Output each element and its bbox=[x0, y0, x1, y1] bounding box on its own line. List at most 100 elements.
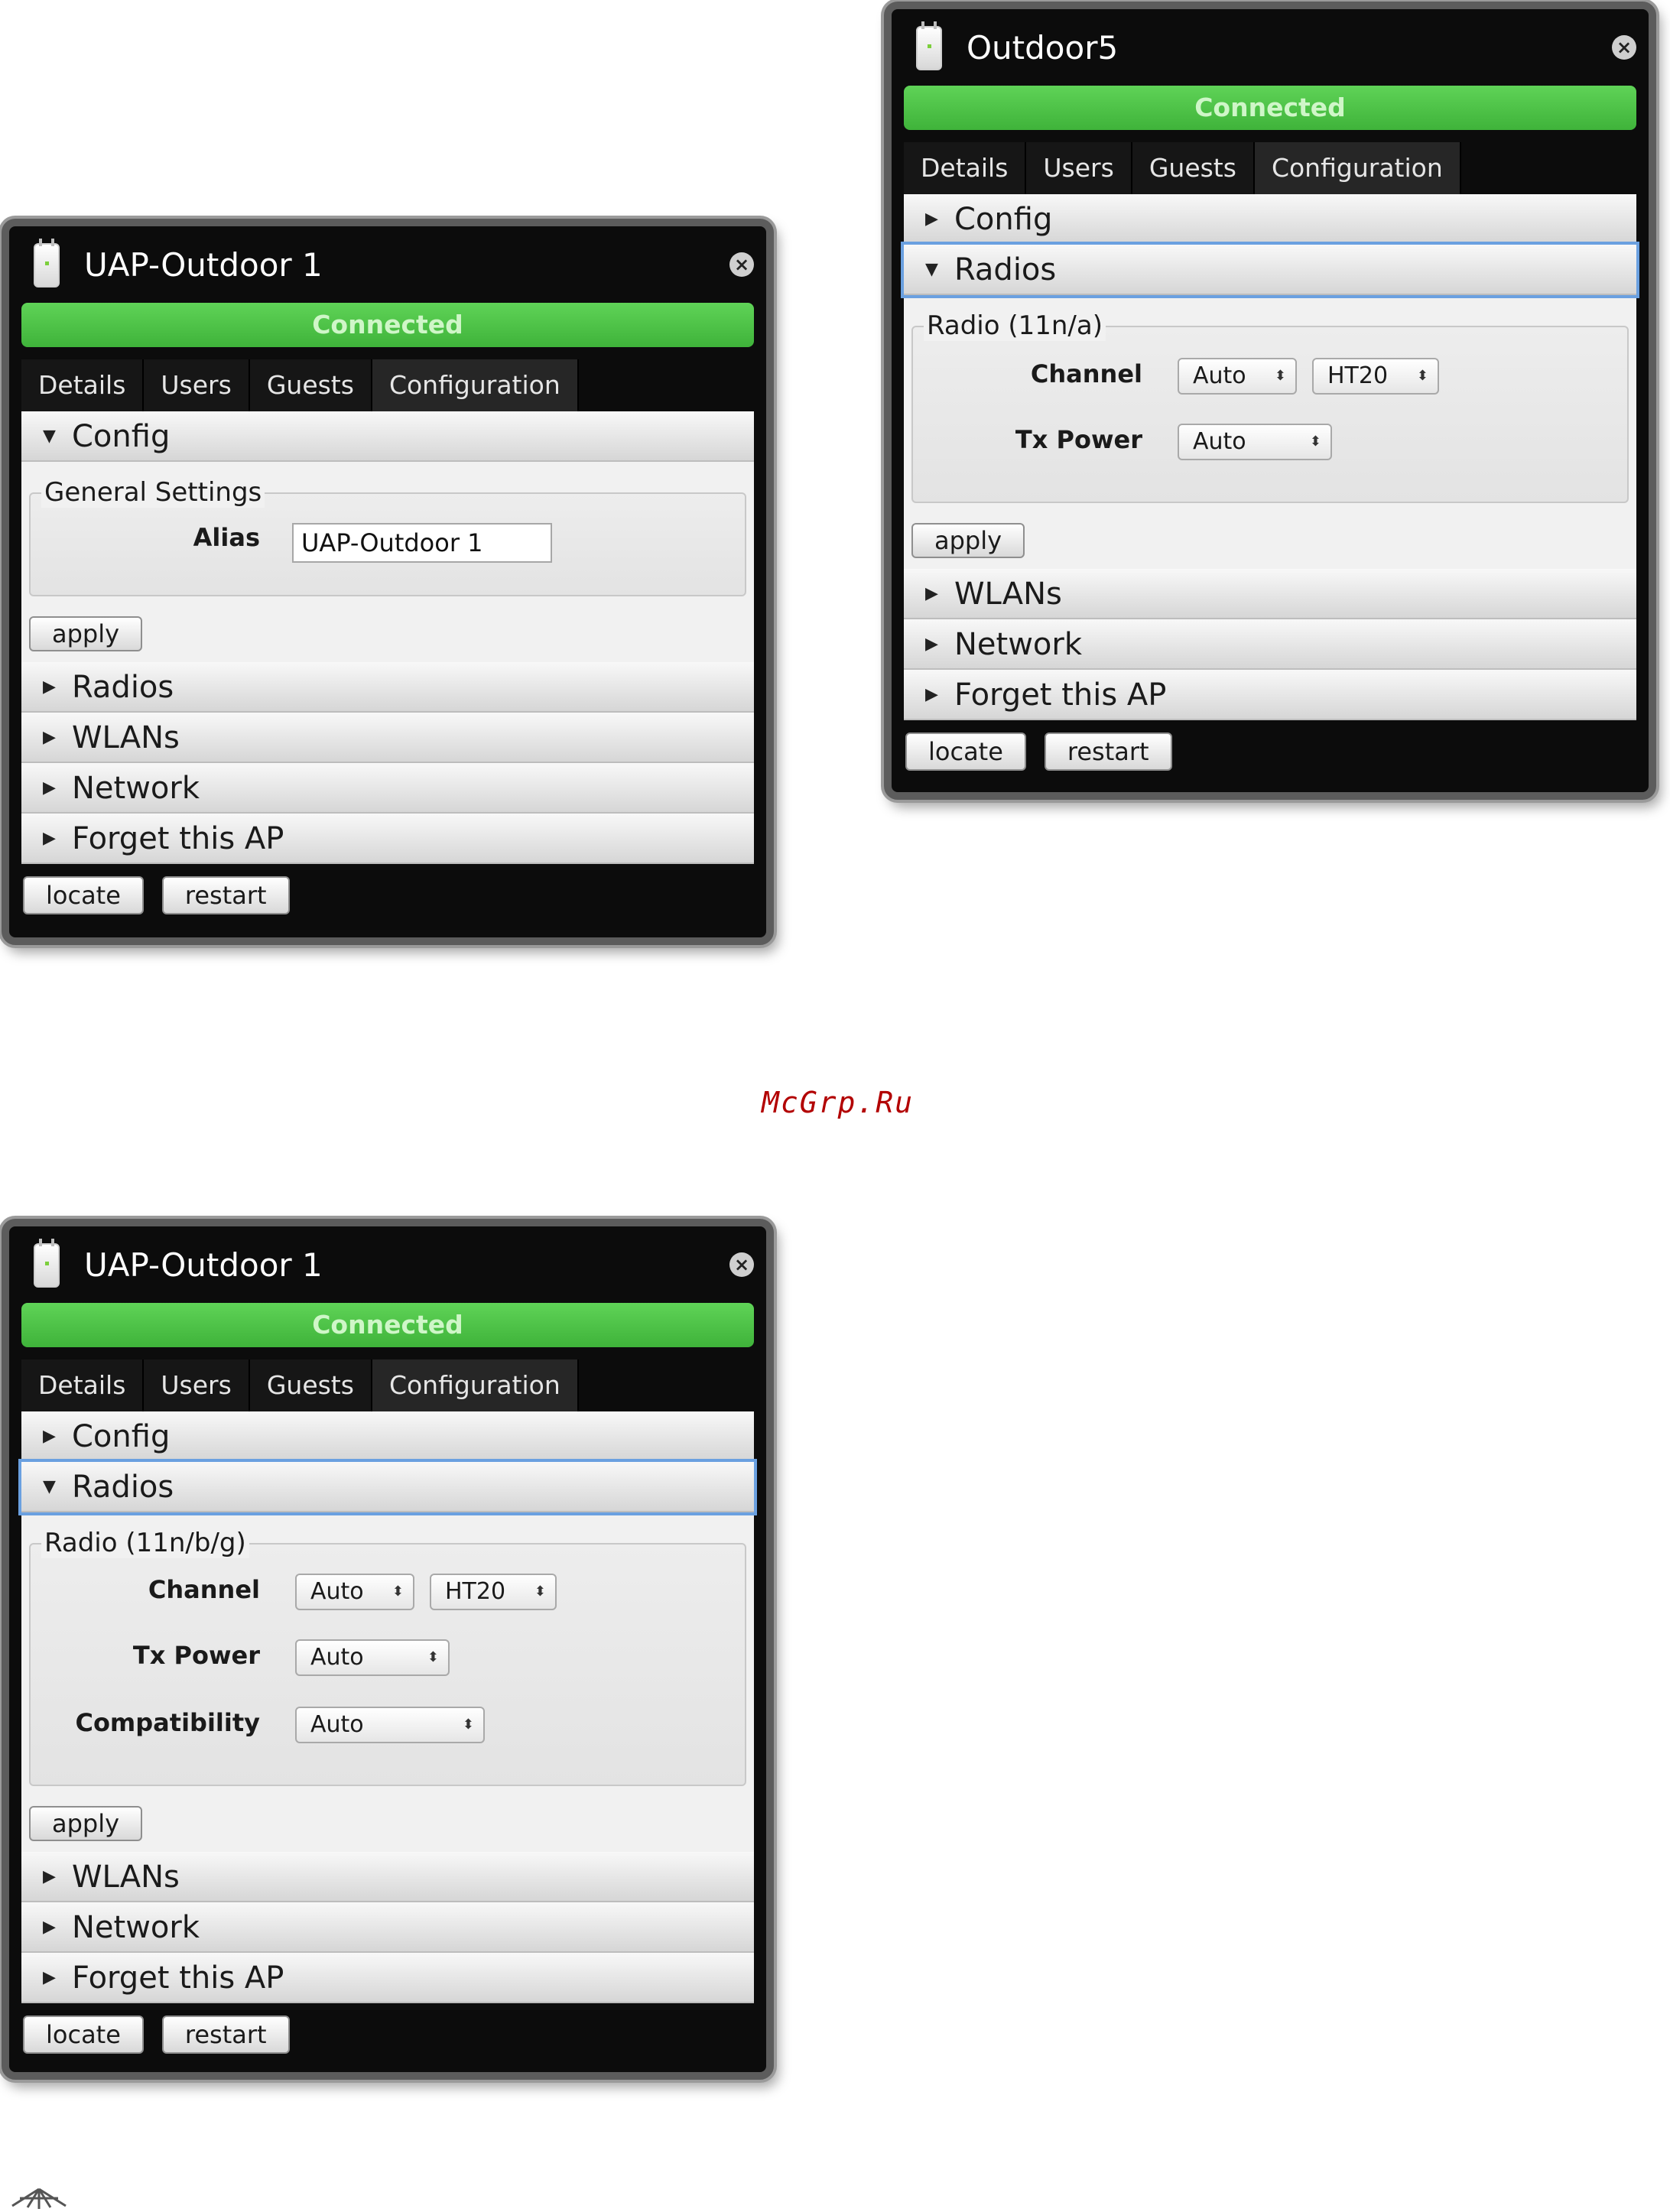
status-badge: Connected bbox=[21, 303, 754, 347]
close-icon[interactable]: × bbox=[1612, 35, 1636, 60]
channel-value: Auto bbox=[1193, 362, 1246, 389]
chevron-right-icon: ▶ bbox=[43, 1427, 56, 1446]
section-radios[interactable]: ▼ Radios bbox=[904, 245, 1636, 295]
ht-mode-select[interactable]: HT20 ⬍ bbox=[1312, 358, 1439, 395]
chevron-right-icon: ▶ bbox=[925, 210, 938, 229]
restart-button[interactable]: restart bbox=[161, 876, 290, 914]
ubiquiti-logo-icon bbox=[11, 2188, 67, 2209]
access-point-icon bbox=[34, 1239, 60, 1288]
locate-button[interactable]: locate bbox=[905, 732, 1026, 771]
tab-details[interactable]: Details bbox=[904, 142, 1027, 194]
chevron-down-icon: ▼ bbox=[925, 260, 938, 279]
status-badge: Connected bbox=[21, 1303, 754, 1347]
channel-select[interactable]: Auto ⬍ bbox=[295, 1574, 414, 1610]
config-body: General Settings Alias UAP-Outdoor 1 app… bbox=[21, 462, 754, 662]
section-wlans[interactable]: ▶ WLANs bbox=[21, 713, 754, 763]
chevron-right-icon: ▶ bbox=[925, 584, 938, 603]
tab-users[interactable]: Users bbox=[1026, 142, 1132, 194]
device-panel-outdoor5-radios: Outdoor5 × Connected Details Users Guest… bbox=[884, 2, 1656, 800]
group-legend: Radio (11n/a) bbox=[924, 310, 1106, 341]
close-icon[interactable]: × bbox=[729, 252, 754, 277]
compatibility-label: Compatibility bbox=[75, 1708, 260, 1737]
restart-button[interactable]: restart bbox=[1044, 732, 1172, 771]
tab-bar: Details Users Guests Configuration bbox=[21, 347, 754, 411]
section-network[interactable]: ▶ Network bbox=[21, 1902, 754, 1953]
tab-bar: Details Users Guests Configuration bbox=[904, 130, 1636, 194]
txpower-select[interactable]: Auto ⬍ bbox=[295, 1639, 450, 1676]
ht-mode-value: HT20 bbox=[445, 1578, 506, 1605]
compatibility-value: Auto bbox=[310, 1711, 364, 1738]
group-legend: Radio (11n/b/g) bbox=[41, 1528, 249, 1558]
configuration-content: ▶ Config ▼ Radios Radio (11n/a) Channel … bbox=[904, 194, 1636, 720]
section-config[interactable]: ▼ Config bbox=[21, 411, 754, 462]
updown-icon: ⬍ bbox=[1309, 434, 1321, 450]
close-icon[interactable]: × bbox=[729, 1252, 754, 1277]
tab-guests[interactable]: Guests bbox=[249, 359, 372, 411]
locate-button[interactable]: locate bbox=[23, 876, 144, 914]
section-label: Radios bbox=[954, 252, 1057, 287]
section-config[interactable]: ▶ Config bbox=[21, 1411, 754, 1462]
access-point-icon bbox=[34, 239, 60, 287]
section-forget-ap[interactable]: ▶ Forget this AP bbox=[21, 1953, 754, 2003]
chevron-right-icon: ▶ bbox=[43, 778, 56, 797]
apply-button[interactable]: apply bbox=[911, 523, 1025, 558]
radios-body: Radio (11n/a) Channel Auto ⬍ HT20 ⬍ Tx P… bbox=[904, 295, 1636, 569]
channel-select[interactable]: Auto ⬍ bbox=[1178, 358, 1297, 395]
section-network[interactable]: ▶ Network bbox=[904, 619, 1636, 670]
tab-details[interactable]: Details bbox=[21, 1359, 145, 1411]
group-legend: General Settings bbox=[41, 477, 265, 508]
alias-field[interactable]: UAP-Outdoor 1 bbox=[292, 523, 552, 563]
section-forget-ap[interactable]: ▶ Forget this AP bbox=[21, 814, 754, 864]
chevron-down-icon: ▼ bbox=[43, 1477, 56, 1496]
section-network[interactable]: ▶ Network bbox=[21, 763, 754, 814]
apply-button[interactable]: apply bbox=[29, 616, 143, 651]
ht-mode-select[interactable]: HT20 ⬍ bbox=[430, 1574, 557, 1610]
section-label: Network bbox=[72, 1910, 200, 1945]
device-panel-uap-outdoor-1-config: UAP-Outdoor 1 × Connected Details Users … bbox=[2, 219, 774, 945]
section-label: Network bbox=[954, 627, 1083, 662]
section-wlans[interactable]: ▶ WLANs bbox=[21, 1852, 754, 1902]
panel-title: Outdoor5 bbox=[967, 29, 1119, 67]
section-forget-ap[interactable]: ▶ Forget this AP bbox=[904, 670, 1636, 720]
section-label: WLANs bbox=[72, 1860, 180, 1895]
tab-users[interactable]: Users bbox=[144, 359, 250, 411]
section-label: Forget this AP bbox=[954, 677, 1167, 713]
chevron-right-icon: ▶ bbox=[925, 635, 938, 654]
section-label: Forget this AP bbox=[72, 821, 284, 856]
chevron-right-icon: ▶ bbox=[43, 677, 56, 697]
section-label: Config bbox=[72, 1419, 171, 1454]
tab-details[interactable]: Details bbox=[21, 359, 145, 411]
restart-button[interactable]: restart bbox=[161, 2015, 290, 2054]
updown-icon: ⬍ bbox=[427, 1649, 439, 1665]
txpower-value: Auto bbox=[310, 1644, 364, 1671]
tab-guests[interactable]: Guests bbox=[1132, 142, 1255, 194]
configuration-content: ▶ Config ▼ Radios Radio (11n/b/g) Channe… bbox=[21, 1411, 754, 2003]
section-wlans[interactable]: ▶ WLANs bbox=[904, 569, 1636, 619]
panel-footer: locate restart bbox=[904, 720, 1636, 783]
apply-button[interactable]: apply bbox=[29, 1806, 143, 1841]
txpower-select[interactable]: Auto ⬍ bbox=[1178, 424, 1332, 460]
updown-icon: ⬍ bbox=[462, 1717, 474, 1733]
compatibility-select[interactable]: Auto ⬍ bbox=[295, 1707, 485, 1743]
tab-guests[interactable]: Guests bbox=[249, 1359, 372, 1411]
status-badge: Connected bbox=[904, 86, 1636, 130]
panel-titlebar: UAP-Outdoor 1 × bbox=[21, 1226, 754, 1303]
chevron-right-icon: ▶ bbox=[43, 1867, 56, 1886]
section-radios[interactable]: ▶ Radios bbox=[21, 662, 754, 713]
alias-label: Alias bbox=[193, 523, 260, 552]
tab-configuration[interactable]: Configuration bbox=[372, 1359, 579, 1411]
tab-users[interactable]: Users bbox=[144, 1359, 250, 1411]
section-radios[interactable]: ▼ Radios bbox=[21, 1462, 754, 1512]
chevron-down-icon: ▼ bbox=[43, 427, 56, 446]
radios-body: Radio (11n/b/g) Channel Auto ⬍ HT20 ⬍ Tx… bbox=[21, 1512, 754, 1852]
chevron-right-icon: ▶ bbox=[43, 1918, 56, 1937]
updown-icon: ⬍ bbox=[1274, 368, 1286, 384]
locate-button[interactable]: locate bbox=[23, 2015, 144, 2054]
panel-titlebar: Outdoor5 × bbox=[904, 9, 1636, 86]
radio-11nbg-group: Radio (11n/b/g) Channel Auto ⬍ HT20 ⬍ Tx… bbox=[29, 1528, 746, 1786]
section-config[interactable]: ▶ Config bbox=[904, 194, 1636, 245]
device-panel-uap-outdoor-1-radios: UAP-Outdoor 1 × Connected Details Users … bbox=[2, 1219, 774, 2080]
access-point-icon bbox=[916, 21, 942, 70]
tab-configuration[interactable]: Configuration bbox=[1254, 142, 1461, 194]
tab-configuration[interactable]: Configuration bbox=[372, 359, 579, 411]
